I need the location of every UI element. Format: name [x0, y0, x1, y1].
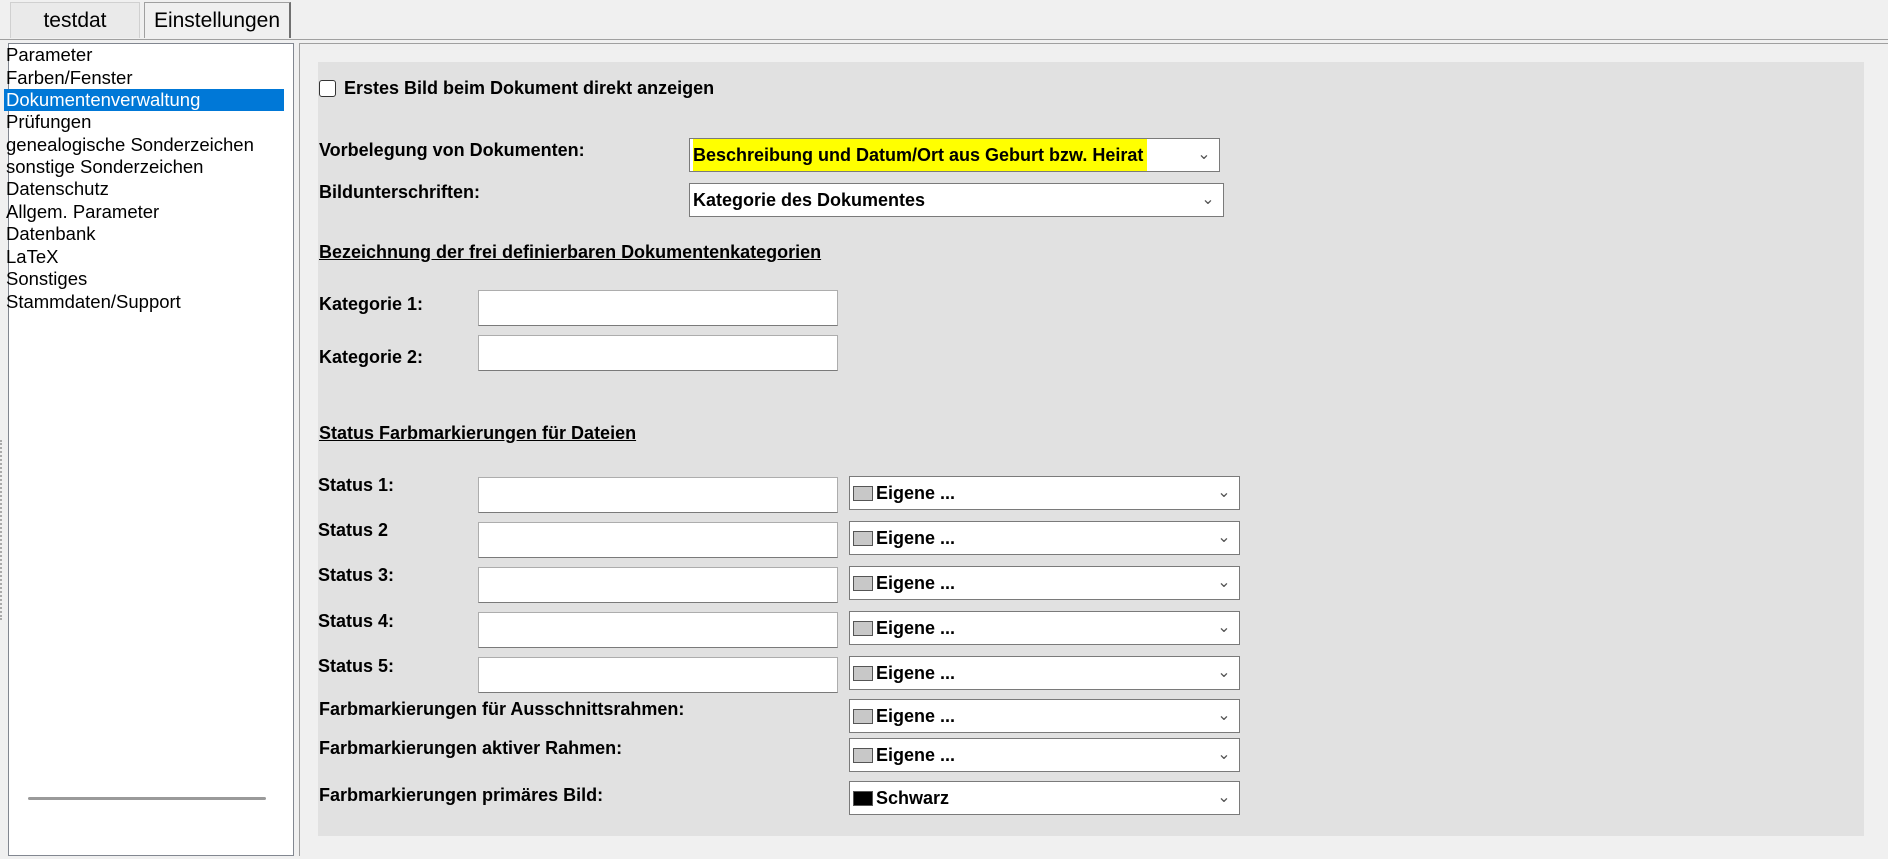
color-swatch — [853, 748, 873, 763]
status-5-color-value: Eigene ... — [876, 663, 956, 683]
prefill-label: Vorbelegung von Dokumenten: — [319, 140, 585, 160]
tab-divider — [0, 39, 1888, 40]
first-image-checkbox-label[interactable]: Erstes Bild beim Dokument direkt anzeige… — [344, 78, 759, 99]
sidebar-item-farben-fenster[interactable]: Farben/Fenster — [4, 67, 294, 89]
color-swatch — [853, 576, 873, 591]
status-4-label: Status 4: — [318, 611, 395, 631]
category-2-label: Kategorie 2: — [319, 347, 424, 367]
chevron-down-icon[interactable]: ⌄ — [1209, 700, 1239, 732]
chevron-down-icon[interactable]: ⌄ — [1209, 612, 1239, 644]
chevron-down-icon[interactable]: ⌄ — [1209, 567, 1239, 599]
crop-frame-color-select[interactable]: Eigene ... ⌄ — [849, 699, 1240, 733]
captions-label: Bildunterschriften: — [319, 182, 481, 202]
tab-testdat[interactable]: testdat — [10, 2, 140, 38]
primary-image-color-label: Farbmarkierungen primäres Bild: — [319, 785, 604, 805]
sidebar-item-pruefungen[interactable]: Prüfungen — [4, 111, 294, 133]
category-1-input[interactable] — [478, 290, 838, 326]
status-3-color-value: Eigene ... — [876, 573, 956, 593]
color-swatch — [853, 791, 873, 806]
chevron-down-icon[interactable]: ⌄ — [1209, 477, 1239, 509]
status-1-input[interactable] — [478, 477, 838, 513]
sidebar-item-allgem-parameter[interactable]: Allgem. Parameter — [4, 201, 294, 223]
prefill-select-value: Beschreibung und Datum/Ort aus Geburt bz… — [693, 139, 1148, 171]
status-2-input[interactable] — [478, 522, 838, 558]
chevron-down-icon[interactable]: ⌄ — [1189, 139, 1219, 171]
tab-bar: testdat Einstellungen — [0, 0, 1888, 40]
status-2-color-value: Eigene ... — [876, 528, 956, 548]
status-4-color-value: Eigene ... — [876, 618, 956, 638]
tab-einstellungen[interactable]: Einstellungen — [144, 2, 291, 38]
status-heading: Status Farbmarkierungen für Dateien — [319, 423, 637, 443]
status-2-color-select[interactable]: Eigene ... ⌄ — [849, 521, 1240, 555]
color-swatch — [853, 666, 873, 681]
color-swatch — [853, 531, 873, 546]
status-5-color-select[interactable]: Eigene ... ⌄ — [849, 656, 1240, 690]
status-1-color-value: Eigene ... — [876, 483, 956, 503]
sidebar-item-dokumentenverwaltung[interactable]: Dokumentenverwaltung — [4, 89, 284, 111]
status-5-label: Status 5: — [318, 656, 395, 676]
status-2-label: Status 2 — [318, 520, 389, 540]
chevron-down-icon[interactable]: ⌄ — [1209, 739, 1239, 771]
sidebar-item-parameter[interactable]: Parameter — [4, 44, 294, 66]
active-frame-color-select[interactable]: Eigene ... ⌄ — [849, 738, 1240, 772]
sidebar-item-datenschutz[interactable]: Datenschutz — [4, 178, 294, 200]
sidebar-item-datenbank[interactable]: Datenbank — [4, 223, 294, 245]
sidebar-item-sonstiges[interactable]: Sonstiges — [4, 268, 294, 290]
status-4-input[interactable] — [478, 612, 838, 648]
status-3-input[interactable] — [478, 567, 838, 603]
sidebar-item-genealogische-sonderzeichen[interactable]: genealogische Sonderzeichen — [4, 134, 294, 156]
chevron-down-icon[interactable]: ⌄ — [1209, 657, 1239, 689]
status-5-input[interactable] — [478, 657, 838, 693]
color-swatch — [853, 709, 873, 724]
active-frame-color-label: Farbmarkierungen aktiver Rahmen: — [319, 738, 623, 758]
prefill-select[interactable]: Beschreibung und Datum/Ort aus Geburt bz… — [689, 138, 1220, 172]
status-1-color-select[interactable]: Eigene ... ⌄ — [849, 476, 1240, 510]
crop-frame-color-label: Farbmarkierungen für Ausschnittsrahmen: — [319, 699, 685, 719]
category-2-input[interactable] — [478, 335, 838, 371]
chevron-down-icon[interactable]: ⌄ — [1209, 522, 1239, 554]
color-swatch — [853, 621, 873, 636]
crop-frame-color-value: Eigene ... — [876, 706, 956, 726]
primary-image-color-select[interactable]: Schwarz ⌄ — [849, 781, 1240, 815]
sidebar-item-latex[interactable]: LaTeX — [4, 246, 294, 268]
window-edge — [0, 440, 5, 620]
active-frame-color-value: Eigene ... — [876, 745, 956, 765]
categories-heading: Bezeichnung der frei definierbaren Dokum… — [319, 242, 822, 262]
status-1-label: Status 1: — [318, 475, 395, 495]
primary-image-color-value: Schwarz — [876, 788, 950, 808]
chevron-down-icon[interactable]: ⌄ — [1209, 782, 1239, 814]
sidebar-item-sonstige-sonderzeichen[interactable]: sonstige Sonderzeichen — [4, 156, 294, 178]
chevron-down-icon[interactable]: ⌄ — [1193, 184, 1223, 216]
status-4-color-select[interactable]: Eigene ... ⌄ — [849, 611, 1240, 645]
sidebar-item-stammdaten-support[interactable]: Stammdaten/Support — [4, 291, 294, 313]
first-image-checkbox[interactable] — [319, 80, 336, 97]
status-3-label: Status 3: — [318, 565, 395, 585]
captions-select[interactable]: Kategorie des Dokumentes ⌄ — [689, 183, 1224, 217]
category-1-label: Kategorie 1: — [319, 294, 424, 314]
sidebar-horizontal-scrollbar[interactable] — [28, 797, 266, 800]
status-3-color-select[interactable]: Eigene ... ⌄ — [849, 566, 1240, 600]
captions-select-value: Kategorie des Dokumentes — [693, 190, 926, 210]
color-swatch — [853, 486, 873, 501]
